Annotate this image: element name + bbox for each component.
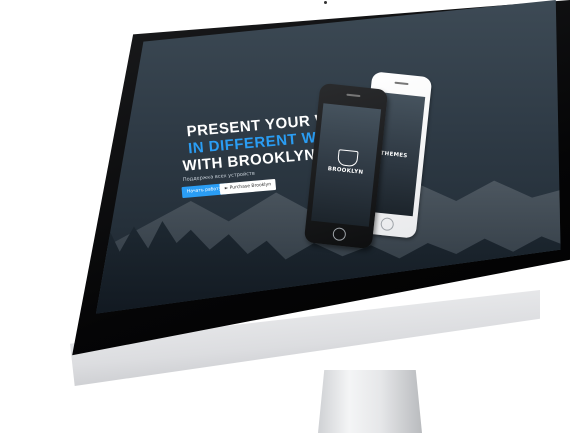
camera-icon [324, 1, 327, 4]
shield-icon [337, 149, 359, 168]
home-button-icon [380, 217, 395, 232]
phone-speaker [394, 81, 409, 86]
imac-mockup: PRESENT YOUR WEB IN DIFFERENT WAYS WITH … [0, 0, 570, 433]
phone-speaker [346, 93, 361, 98]
monitor-stand [318, 370, 422, 433]
home-button-icon [332, 227, 347, 242]
phone-black-logo: BROOKLYN [327, 166, 364, 176]
phone-black-screen: BROOKLYN [311, 103, 382, 227]
